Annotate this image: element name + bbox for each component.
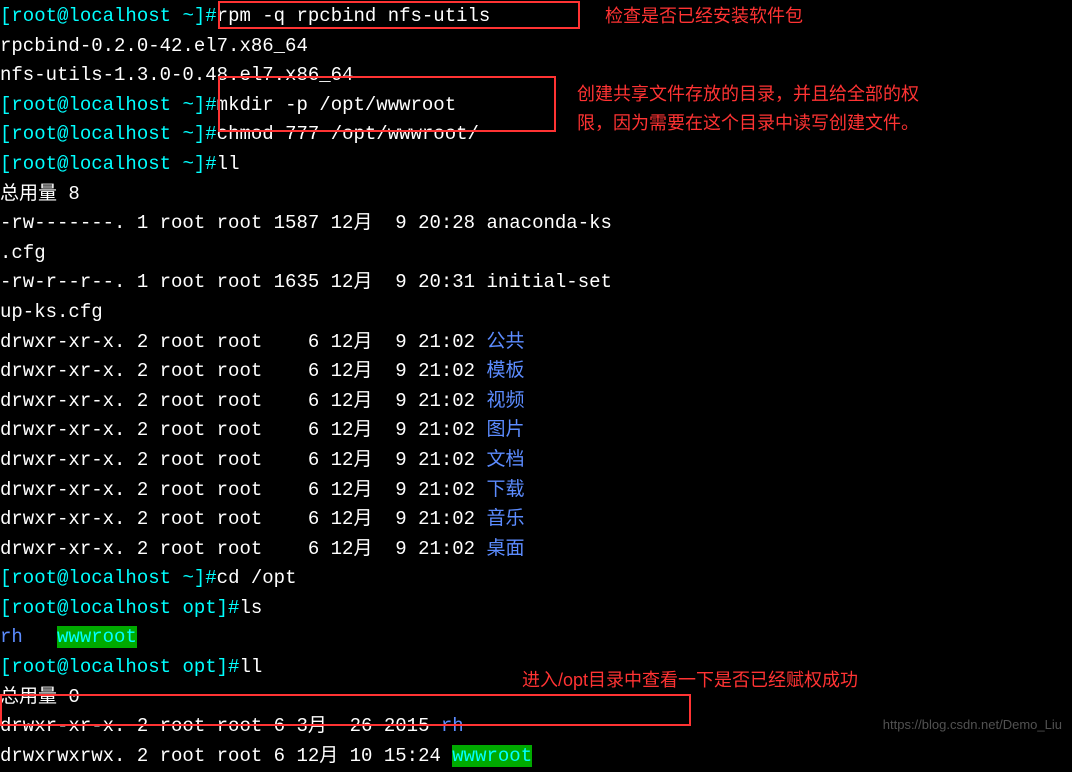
prompt-userhost: root@localhost <box>11 567 171 589</box>
prompt-suffix: ]# <box>194 94 217 116</box>
output-line: drwxr-xr-x. 2 root root 6 12月 9 21:02 公共 <box>0 328 1072 358</box>
annotation-text: 创建共享文件存放的目录，并且给全部的权限，因为需要在这个目录中读写创建文件。 <box>577 80 919 138</box>
output-line: rpcbind-0.2.0-42.el7.x86_64 <box>0 32 1072 62</box>
output-line: -rw-------. 1 root root 1587 12月 9 20:28… <box>0 209 1072 239</box>
dir-name: 桌面 <box>486 538 524 560</box>
dir-name-highlighted: wwwroot <box>57 626 137 648</box>
prompt-userhost: root@localhost <box>11 153 171 175</box>
dir-name: 公共 <box>486 331 524 353</box>
annotation-text: 进入/opt目录中查看一下是否已经赋权成功 <box>522 666 858 694</box>
annotation-text: 检查是否已经安装软件包 <box>605 2 803 30</box>
output-line: up-ks.cfg <box>0 298 1072 328</box>
terminal-line[interactable]: [root@localhost ~]#rpm -q rpcbind nfs-ut… <box>0 2 1072 32</box>
prompt-userhost: root@localhost <box>11 94 171 116</box>
dir-name: 视频 <box>486 390 524 412</box>
command-text: ll <box>217 153 240 175</box>
prompt-path: ~ <box>171 153 194 175</box>
dir-permissions: drwxr-xr-x. 2 root root 6 12月 9 21:02 <box>0 538 486 560</box>
command-text: ll <box>239 656 262 678</box>
dir-name: 图片 <box>486 419 524 441</box>
watermark-text: https://blog.csdn.net/Demo_Liu <box>883 715 1062 735</box>
prompt-suffix: ]# <box>217 597 240 619</box>
prompt-bracket: [ <box>0 567 11 589</box>
terminal-line[interactable]: [root@localhost ~]#ll <box>0 150 1072 180</box>
dir-permissions: drwxr-xr-x. 2 root root 6 12月 9 21:02 <box>0 419 486 441</box>
dir-name: 模板 <box>486 360 524 382</box>
dir-name: rh <box>441 715 464 737</box>
dir-name: 音乐 <box>486 508 524 530</box>
dir-permissions: drwxr-xr-x. 2 root root 6 12月 9 21:02 <box>0 508 486 530</box>
command-text: rpm -q rpcbind nfs-utils <box>217 5 491 27</box>
dir-permissions: drwxr-xr-x. 2 root root 6 12月 9 21:02 <box>0 449 486 471</box>
dir-permissions: drwxrwxrwx. 2 root root 6 12月 10 15:24 <box>0 745 452 767</box>
command-text: cd /opt <box>217 567 297 589</box>
prompt-path: opt <box>171 656 217 678</box>
prompt-path: ~ <box>171 567 194 589</box>
prompt-bracket: [ <box>0 123 11 145</box>
dir-permissions: drwxr-xr-x. 2 root root 6 3月 26 2015 <box>0 715 441 737</box>
output-line: 总用量 8 <box>0 180 1072 210</box>
prompt-suffix: ]# <box>194 153 217 175</box>
output-line: drwxr-xr-x. 2 root root 6 12月 9 21:02 图片 <box>0 416 1072 446</box>
dir-name: 下载 <box>486 479 524 501</box>
dir-name: rh <box>0 626 23 648</box>
prompt-path: ~ <box>171 94 194 116</box>
prompt-suffix: ]# <box>194 567 217 589</box>
terminal-line[interactable]: [root@localhost opt]#ls <box>0 594 1072 624</box>
prompt-userhost: root@localhost <box>11 597 171 619</box>
dir-permissions: drwxr-xr-x. 2 root root 6 12月 9 21:02 <box>0 390 486 412</box>
output-line: .cfg <box>0 239 1072 269</box>
prompt-path: ~ <box>171 123 194 145</box>
output-line: rh wwwroot <box>0 623 1072 653</box>
terminal-line[interactable]: [root@localhost ~]#cd /opt <box>0 564 1072 594</box>
output-line: drwxr-xr-x. 2 root root 6 12月 9 21:02 模板 <box>0 357 1072 387</box>
prompt-bracket: [ <box>0 656 11 678</box>
command-text: ls <box>239 597 262 619</box>
prompt-suffix: ]# <box>194 5 217 27</box>
output-line: drwxr-xr-x. 2 root root 6 12月 9 21:02 文档 <box>0 446 1072 476</box>
output-line: drwxr-xr-x. 2 root root 6 12月 9 21:02 桌面 <box>0 535 1072 565</box>
output-line: -rw-r--r--. 1 root root 1635 12月 9 20:31… <box>0 268 1072 298</box>
prompt-bracket: [ <box>0 5 11 27</box>
prompt-userhost: root@localhost <box>11 5 171 27</box>
dir-permissions: drwxr-xr-x. 2 root root 6 12月 9 21:02 <box>0 331 486 353</box>
prompt-userhost: root@localhost <box>11 656 171 678</box>
dir-name: 文档 <box>486 449 524 471</box>
spacer <box>23 626 57 648</box>
output-line: drwxr-xr-x. 2 root root 6 12月 9 21:02 视频 <box>0 387 1072 417</box>
prompt-bracket: [ <box>0 153 11 175</box>
prompt-suffix: ]# <box>217 656 240 678</box>
prompt-bracket: [ <box>0 597 11 619</box>
prompt-userhost: root@localhost <box>11 123 171 145</box>
dir-name-highlighted: wwwroot <box>452 745 532 767</box>
dir-permissions: drwxr-xr-x. 2 root root 6 12月 9 21:02 <box>0 360 486 382</box>
output-line: drwxrwxrwx. 2 root root 6 12月 10 15:24 w… <box>0 742 1072 772</box>
output-line: drwxr-xr-x. 2 root root 6 12月 9 21:02 音乐 <box>0 505 1072 535</box>
dir-permissions: drwxr-xr-x. 2 root root 6 12月 9 21:02 <box>0 479 486 501</box>
prompt-suffix: ]# <box>194 123 217 145</box>
prompt-bracket: [ <box>0 94 11 116</box>
output-line: drwxr-xr-x. 2 root root 6 12月 9 21:02 下载 <box>0 476 1072 506</box>
prompt-path: opt <box>171 597 217 619</box>
prompt-path: ~ <box>171 5 194 27</box>
command-text: mkdir -p /opt/wwwroot <box>217 94 456 116</box>
command-text: chmod 777 /opt/wwwroot/ <box>217 123 479 145</box>
